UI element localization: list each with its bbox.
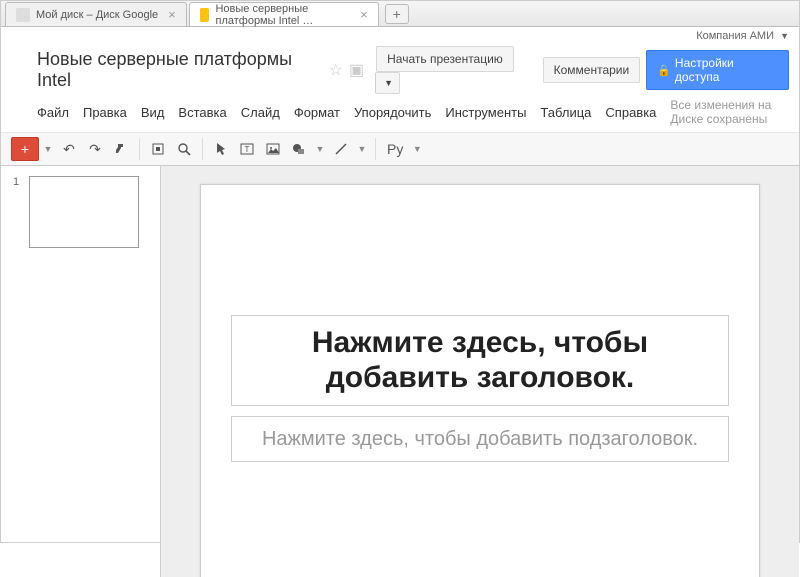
new-tab-button[interactable]: +	[385, 4, 409, 24]
font-selector[interactable]: Py	[382, 137, 408, 161]
slide[interactable]: Нажмите здесь, чтобы добавить заголовок.…	[200, 184, 760, 577]
drive-favicon	[16, 8, 30, 22]
toolbar: + ▼ ↶ ↷ T ▼ ▼ Py ▼	[1, 132, 799, 166]
shape-tool[interactable]	[287, 137, 311, 161]
tab-title: Мой диск – Диск Google	[36, 9, 158, 21]
shape-dropdown[interactable]: ▼	[313, 137, 327, 161]
close-tab-icon[interactable]: ×	[168, 7, 176, 22]
menu-view[interactable]: Вид	[141, 105, 165, 120]
close-tab-icon[interactable]: ×	[360, 7, 368, 22]
comments-label: Комментарии	[554, 63, 630, 77]
account-row[interactable]: Компания АМИ ▼	[1, 27, 799, 42]
slides-favicon	[200, 8, 210, 22]
menu-format[interactable]: Формат	[294, 105, 340, 120]
present-label: Начать презентацию	[387, 52, 503, 66]
folder-icon[interactable]: ▣	[349, 60, 364, 80]
browser-tab-active[interactable]: Новые серверные платформы Intel … ×	[189, 2, 379, 26]
tab-title: Новые серверные платформы Intel …	[215, 3, 350, 27]
slide-canvas[interactable]: Нажмите здесь, чтобы добавить заголовок.…	[161, 166, 799, 577]
slide-thumbnail[interactable]	[29, 176, 139, 248]
thumbnail-panel: 1	[1, 166, 161, 577]
thumb-number: 1	[13, 176, 19, 188]
zoom-button[interactable]	[172, 137, 196, 161]
menu-bar: Файл Правка Вид Вставка Слайд Формат Упо…	[1, 94, 799, 132]
image-tool[interactable]	[261, 137, 285, 161]
font-dropdown[interactable]: ▼	[410, 137, 424, 161]
zoom-fit-button[interactable]	[146, 137, 170, 161]
select-tool[interactable]	[209, 137, 233, 161]
star-icon[interactable]: ☆	[329, 60, 343, 80]
account-caret-icon: ▼	[780, 31, 789, 41]
account-label: Компания АМИ	[696, 30, 774, 42]
save-status: Все изменения на Диске сохранены	[670, 98, 789, 126]
subtitle-placeholder[interactable]: Нажмите здесь, чтобы добавить подзаголов…	[231, 416, 729, 462]
lock-icon: 🔒	[657, 64, 671, 77]
menu-insert[interactable]: Вставка	[178, 105, 226, 120]
menu-table[interactable]: Таблица	[540, 105, 591, 120]
menu-arrange[interactable]: Упорядочить	[354, 105, 431, 120]
redo-button[interactable]: ↷	[83, 137, 107, 161]
paint-format-button[interactable]	[109, 137, 133, 161]
font-label: Py	[387, 141, 403, 157]
present-button[interactable]: Начать презентацию	[376, 46, 514, 72]
browser-tab-inactive[interactable]: Мой диск – Диск Google ×	[5, 2, 187, 26]
editor-area: 1 Нажмите здесь, чтобы добавить заголово…	[1, 166, 799, 577]
line-dropdown[interactable]: ▼	[355, 137, 369, 161]
new-slide-button[interactable]: +	[11, 137, 39, 161]
share-label: Настройки доступа	[675, 56, 778, 84]
present-dropdown[interactable]: ▼	[375, 72, 400, 94]
undo-button[interactable]: ↶	[57, 137, 81, 161]
menu-file[interactable]: Файл	[37, 105, 69, 120]
comments-button[interactable]: Комментарии	[543, 57, 641, 83]
menu-slide[interactable]: Слайд	[241, 105, 280, 120]
textbox-tool[interactable]: T	[235, 137, 259, 161]
new-slide-dropdown[interactable]: ▼	[41, 137, 55, 161]
menu-tools[interactable]: Инструменты	[445, 105, 526, 120]
browser-tab-strip: Мой диск – Диск Google × Новые серверные…	[1, 1, 799, 27]
share-button[interactable]: 🔒 Настройки доступа	[646, 50, 789, 90]
title-placeholder[interactable]: Нажмите здесь, чтобы добавить заголовок.	[231, 315, 729, 406]
present-split-button: Начать презентацию ▼	[376, 46, 537, 94]
presentation-title[interactable]: Новые серверные платформы Intel	[37, 49, 323, 91]
menu-edit[interactable]: Правка	[83, 105, 127, 120]
title-row: Новые серверные платформы Intel ☆ ▣ Нача…	[1, 42, 799, 94]
svg-text:T: T	[245, 145, 250, 154]
menu-help[interactable]: Справка	[605, 105, 656, 120]
line-tool[interactable]	[329, 137, 353, 161]
